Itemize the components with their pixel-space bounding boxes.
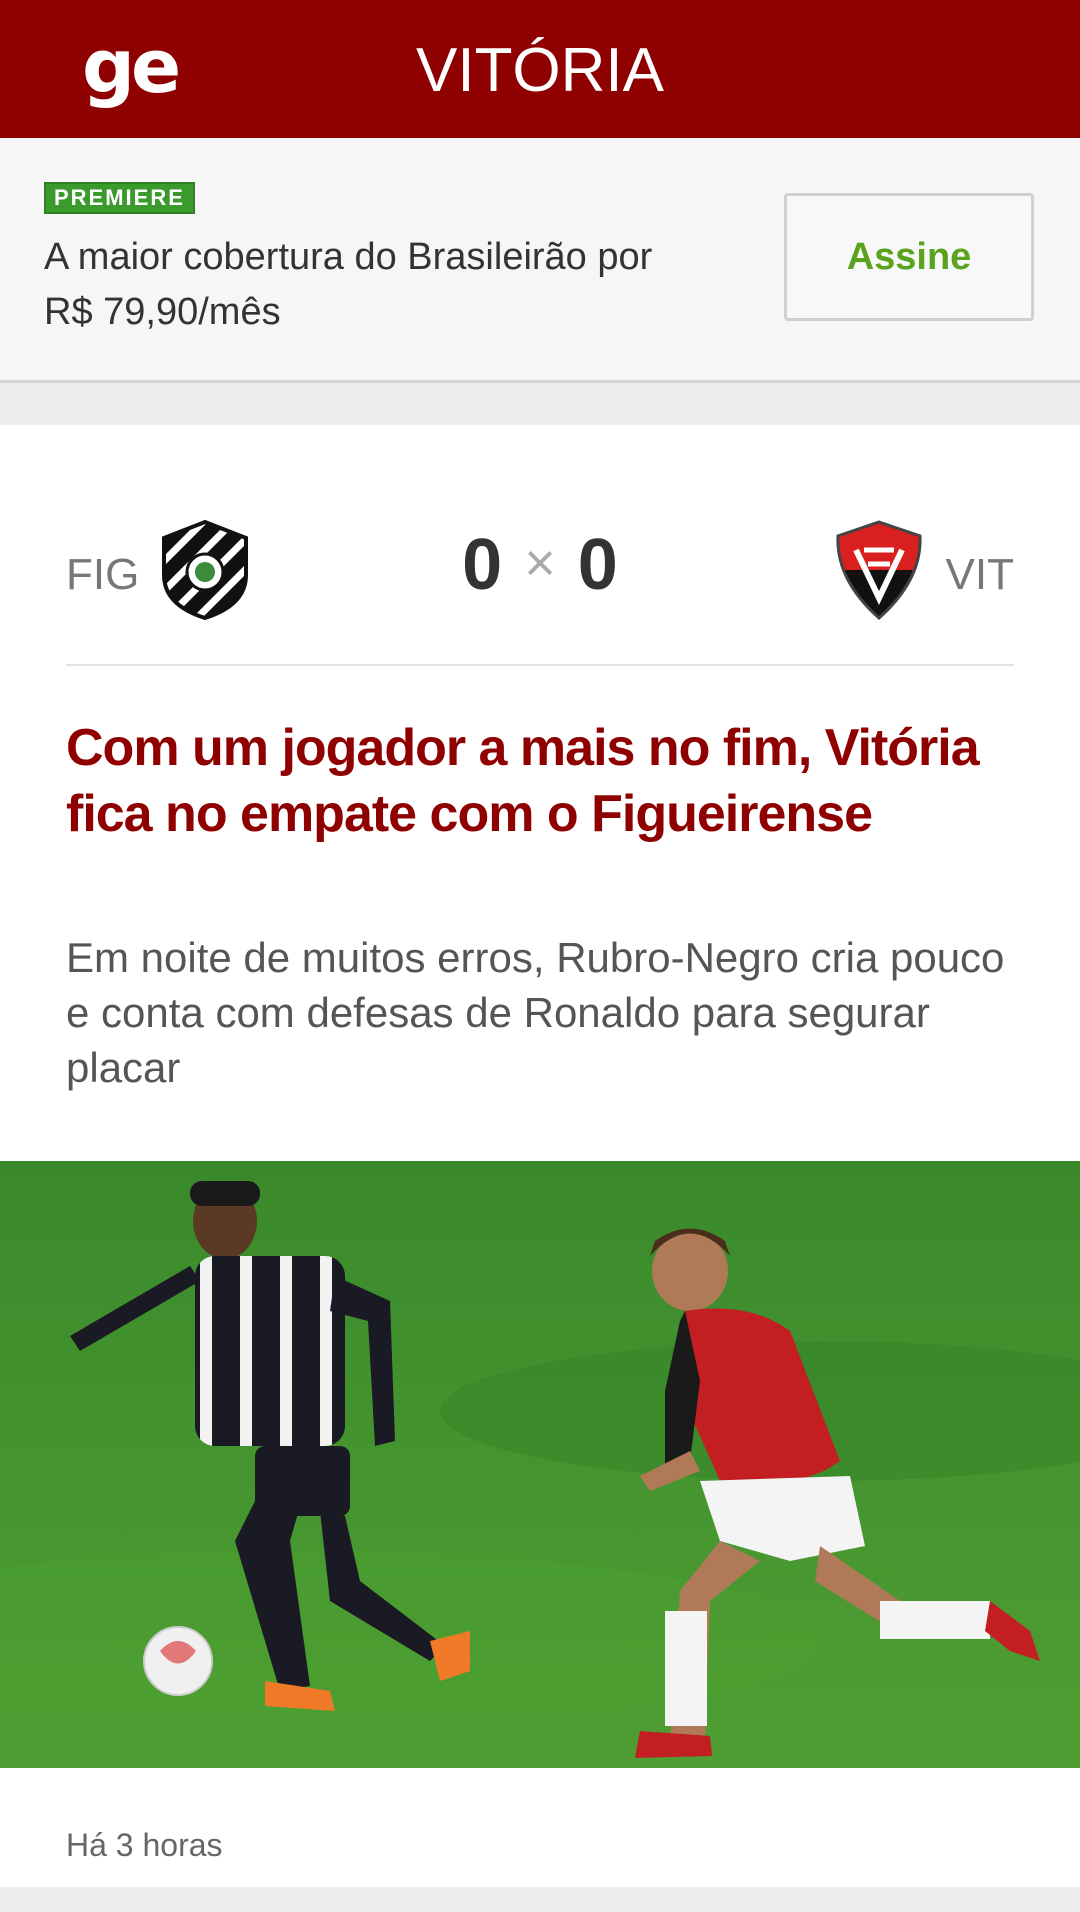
score-separator: × [524, 533, 556, 593]
article-subhead: Em noite de muitos erros, Rubro-Negro cr… [66, 934, 1005, 1091]
match-photo-image [0, 1161, 1080, 1768]
card-divider [66, 664, 1014, 666]
article-headline[interactable]: Com um jogador a mais no fim, Vitória fi… [66, 715, 1016, 847]
vitoria-crest-icon [836, 520, 922, 620]
away-score: 0 [577, 525, 618, 605]
premiere-promo-banner: PREMIERE A maior cobertura do Brasileirã… [0, 138, 1080, 383]
article-timestamp: Há 3 horas [66, 1827, 223, 1863]
page-title: VITÓRIA [415, 36, 665, 105]
article-photo[interactable] [0, 1161, 1080, 1768]
premiere-badge: PREMIERE [44, 182, 195, 214]
match-news-card[interactable]: FIG 0 × 0 VIT Com um jogador a mais no fim… [0, 425, 1080, 1887]
promo-text: A maior cobertura do Brasileirão por R$ … [44, 236, 653, 333]
subscribe-button[interactable]: Assine [784, 193, 1034, 321]
bottom-divider [0, 1887, 1080, 1912]
section-divider [0, 383, 1080, 425]
home-score: 0 [462, 525, 503, 605]
away-team-abbr: VIT [945, 550, 1014, 599]
top-header: ge VITÓRIA [0, 0, 1080, 138]
